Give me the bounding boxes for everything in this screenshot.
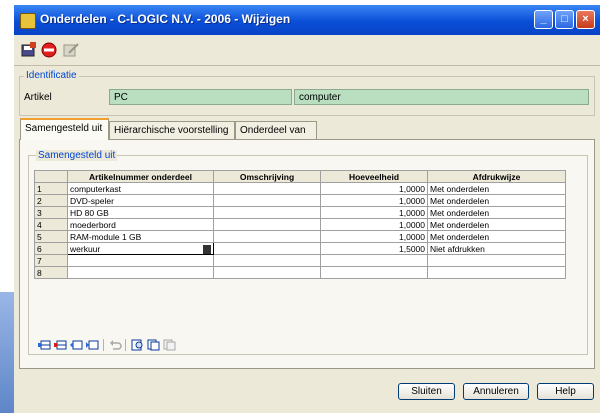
row-number: 3 — [34, 206, 68, 219]
cell-afdrukwijze[interactable]: Met onderdelen — [427, 230, 566, 243]
corner-cell — [34, 170, 68, 183]
tab-onderdeel-van[interactable]: Onderdeel van — [235, 121, 317, 139]
cell-omschrijving[interactable] — [213, 242, 321, 255]
table-row[interactable]: 4 moederbord 1,0000 Met onderdelen — [34, 218, 566, 231]
cell-hoeveelheid[interactable]: 1,5000 — [320, 242, 428, 255]
identificatie-legend: Identificatie — [24, 70, 79, 81]
artikel-omschrijving-field[interactable]: computer — [294, 89, 589, 105]
cell-omschrijving[interactable] — [213, 266, 321, 279]
column-header-omschrijving[interactable]: Omschrijving — [213, 170, 321, 183]
status-bar — [14, 401, 600, 413]
cell-artikel[interactable]: computerkast — [67, 182, 214, 195]
cell-artikel-editing[interactable]: werkuur — [67, 242, 214, 255]
cell-artikel[interactable] — [67, 254, 214, 267]
table-row[interactable]: 2 DVD-speler 1,0000 Met onderdelen — [34, 194, 566, 207]
cell-artikel[interactable]: DVD-speler — [67, 194, 214, 207]
cell-omschrijving[interactable] — [213, 230, 321, 243]
components-grid[interactable]: Artikelnummer onderdeel Omschrijving Hoe… — [34, 170, 566, 279]
column-header-hoeveelheid[interactable]: Hoeveelheid — [320, 170, 428, 183]
copy-icon[interactable] — [147, 339, 160, 351]
artikel-label: Artikel — [24, 92, 52, 103]
cell-artikel[interactable] — [67, 266, 214, 279]
row-number: 8 — [34, 266, 68, 279]
samengesteld-legend: Samengesteld uit — [36, 150, 118, 161]
cell-omschrijving[interactable] — [213, 254, 321, 267]
annuleren-button[interactable]: Annuleren — [463, 383, 529, 400]
toolbar-separator — [103, 339, 104, 351]
cell-hoeveelheid[interactable]: 1,0000 — [320, 230, 428, 243]
cell-omschrijving[interactable] — [213, 194, 321, 207]
grid-header: Artikelnummer onderdeel Omschrijving Hoe… — [34, 170, 566, 183]
row-number: 4 — [34, 218, 68, 231]
cell-artikel[interactable]: RAM-module 1 GB — [67, 230, 214, 243]
row-number: 5 — [34, 230, 68, 243]
row-number: 1 — [34, 182, 68, 195]
cell-hoeveelheid[interactable]: 1,0000 — [320, 218, 428, 231]
cell-artikel-text: werkuur — [70, 243, 101, 254]
cell-hoeveelheid[interactable]: 1,0000 — [320, 206, 428, 219]
table-row-selected[interactable]: 6 werkuur 1,5000 Niet afdrukken — [34, 242, 566, 255]
sluiten-button[interactable]: Sluiten — [398, 383, 455, 400]
tab-samengesteld-uit[interactable]: Samengesteld uit — [20, 118, 109, 140]
table-row[interactable]: 7 — [34, 254, 566, 267]
cell-afdrukwijze[interactable]: Met onderdelen — [427, 218, 566, 231]
cell-afdrukwijze[interactable]: Met onderdelen — [427, 206, 566, 219]
cell-afdrukwijze[interactable]: Met onderdelen — [427, 194, 566, 207]
background-strip — [0, 292, 14, 413]
cell-afdrukwijze[interactable]: Niet afdrukken — [427, 242, 566, 255]
paste-icon[interactable] — [163, 339, 176, 351]
move-up-icon[interactable] — [70, 339, 83, 351]
cell-afdrukwijze[interactable]: Met onderdelen — [427, 182, 566, 195]
undo-icon[interactable] — [109, 339, 122, 351]
row-number: 2 — [34, 194, 68, 207]
cell-artikel[interactable]: moederbord — [67, 218, 214, 231]
toolbar-separator — [125, 339, 126, 351]
cell-afdrukwijze[interactable] — [427, 254, 566, 267]
cell-hoeveelheid[interactable] — [320, 254, 428, 267]
app-icon — [20, 13, 36, 29]
cell-artikel[interactable]: HD 80 GB — [67, 206, 214, 219]
cell-hoeveelheid[interactable] — [320, 266, 428, 279]
maximize-button[interactable]: □ — [555, 10, 574, 29]
stop-icon[interactable] — [40, 41, 58, 59]
column-header-afdrukwijze[interactable]: Afdrukwijze — [427, 170, 566, 183]
row-number: 7 — [34, 254, 68, 267]
table-row[interactable]: 3 HD 80 GB 1,0000 Met onderdelen — [34, 206, 566, 219]
window-title: Onderdelen - C-LOGIC N.V. - 2006 - Wijzi… — [40, 12, 291, 26]
cell-omschrijving[interactable] — [213, 206, 321, 219]
tab-hierarchische-voorstelling[interactable]: Hiërarchische voorstelling — [109, 121, 235, 139]
toolbar — [14, 35, 600, 66]
dialog-window: Onderdelen - C-LOGIC N.V. - 2006 - Wijzi… — [14, 5, 600, 413]
cell-afdrukwijze[interactable] — [427, 266, 566, 279]
save-icon[interactable] — [20, 41, 38, 59]
table-row[interactable]: 5 RAM-module 1 GB 1,0000 Met onderdelen — [34, 230, 566, 243]
cell-hoeveelheid[interactable]: 1,0000 — [320, 182, 428, 195]
dropdown-icon[interactable] — [203, 244, 211, 254]
row-number: 6 — [34, 242, 68, 255]
artikel-code-field[interactable]: PC — [109, 89, 292, 105]
column-header-artikelnummer[interactable]: Artikelnummer onderdeel — [67, 170, 214, 183]
close-button[interactable]: × — [576, 10, 595, 29]
table-row[interactable]: 1 computerkast 1,0000 Met onderdelen — [34, 182, 566, 195]
table-row[interactable]: 8 — [34, 266, 566, 279]
delete-row-icon[interactable] — [54, 339, 67, 351]
cell-omschrijving[interactable] — [213, 218, 321, 231]
move-down-icon[interactable] — [86, 339, 99, 351]
help-button[interactable]: Help — [537, 383, 594, 400]
minimize-button[interactable]: _ — [534, 10, 553, 29]
cell-hoeveelheid[interactable]: 1,0000 — [320, 194, 428, 207]
title-bar[interactable]: Onderdelen - C-LOGIC N.V. - 2006 - Wijzi… — [14, 5, 600, 35]
cell-omschrijving[interactable] — [213, 182, 321, 195]
insert-row-icon[interactable] — [38, 339, 51, 351]
find-icon[interactable] — [131, 339, 144, 351]
edit-icon[interactable] — [62, 41, 80, 59]
